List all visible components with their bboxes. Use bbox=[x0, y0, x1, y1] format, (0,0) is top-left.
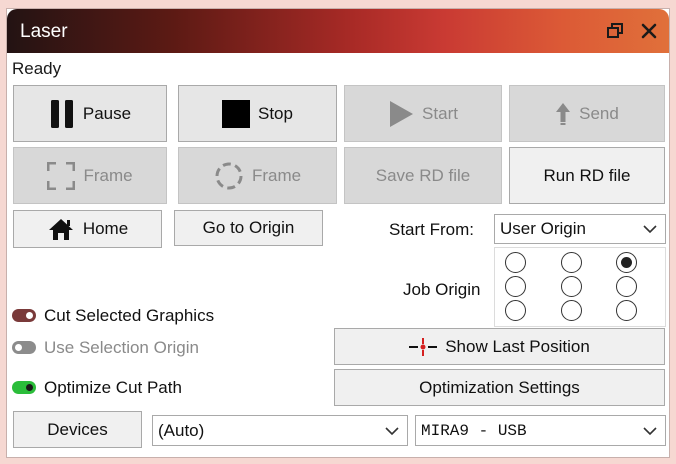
run-rd-file-button[interactable]: Run RD file bbox=[509, 147, 665, 204]
title-bar[interactable]: Laser bbox=[7, 9, 669, 53]
origin-radio-middle-left[interactable] bbox=[505, 276, 526, 297]
pause-icon bbox=[50, 99, 73, 128]
origin-radio-top-right[interactable] bbox=[616, 252, 637, 273]
home-icon bbox=[48, 219, 73, 240]
origin-radio-bottom-right[interactable] bbox=[616, 300, 637, 321]
port-select-value: MIRA9 - USB bbox=[421, 421, 527, 440]
origin-radio-bottom-left[interactable] bbox=[505, 300, 526, 321]
close-icon[interactable] bbox=[637, 19, 661, 43]
use-selection-origin-label: Use Selection Origin bbox=[44, 338, 199, 357]
go-to-origin-button[interactable]: Go to Origin bbox=[174, 210, 323, 246]
frame-rect-icon bbox=[47, 161, 76, 190]
port-select[interactable]: MIRA9 - USB bbox=[415, 415, 666, 446]
job-origin-label: Job Origin bbox=[403, 280, 481, 299]
device-select-value: (Auto) bbox=[158, 420, 205, 440]
send-button[interactable]: Send bbox=[509, 85, 665, 142]
home-label: Home bbox=[82, 219, 129, 238]
cut-selected-graphics-label: Cut Selected Graphics bbox=[44, 306, 215, 325]
restore-window-icon[interactable] bbox=[603, 19, 627, 43]
start-from-select[interactable]: User Origin bbox=[494, 214, 666, 244]
save-rd-file-button[interactable]: Save RD file bbox=[344, 147, 502, 204]
device-select[interactable]: (Auto) bbox=[152, 415, 408, 446]
go-to-origin-label: Go to Origin bbox=[202, 218, 295, 237]
optimize-cut-path-label: Optimize Cut Path bbox=[44, 378, 182, 397]
chevron-down-icon bbox=[643, 225, 657, 234]
start-label: Start bbox=[422, 103, 458, 123]
window-title: Laser bbox=[20, 21, 68, 42]
devices-label: Devices bbox=[47, 419, 108, 439]
optimize-cut-path-toggle[interactable] bbox=[12, 381, 36, 394]
origin-radio-center[interactable] bbox=[561, 276, 582, 297]
crosshair-icon bbox=[409, 337, 438, 356]
cut-selected-graphics-toggle[interactable] bbox=[12, 309, 36, 322]
show-last-position-button[interactable]: Show Last Position bbox=[334, 328, 665, 365]
upload-arrow-icon bbox=[556, 102, 571, 125]
start-from-label: Start From: bbox=[389, 220, 475, 239]
stop-label: Stop bbox=[258, 103, 293, 123]
devices-button[interactable]: Devices bbox=[13, 411, 142, 448]
chevron-down-icon bbox=[643, 426, 657, 435]
stop-button[interactable]: Stop bbox=[178, 85, 337, 142]
job-origin-grid bbox=[494, 247, 666, 327]
frame-rect-button[interactable]: Frame bbox=[13, 147, 167, 204]
play-icon bbox=[390, 100, 414, 127]
origin-radio-top-center[interactable] bbox=[561, 252, 582, 273]
start-button[interactable]: Start bbox=[344, 85, 502, 142]
optimization-settings-button[interactable]: Optimization Settings bbox=[334, 369, 665, 406]
stop-icon bbox=[222, 99, 250, 128]
origin-radio-middle-right[interactable] bbox=[616, 276, 637, 297]
chevron-down-icon bbox=[385, 426, 399, 435]
pause-button[interactable]: Pause bbox=[13, 85, 167, 142]
frame-circle-icon bbox=[215, 162, 243, 189]
origin-radio-bottom-center[interactable] bbox=[561, 300, 582, 321]
show-last-position-label: Show Last Position bbox=[445, 336, 590, 356]
save-rd-label: Save RD file bbox=[375, 165, 471, 185]
use-selection-origin-toggle[interactable] bbox=[12, 341, 36, 354]
optimization-settings-label: Optimization Settings bbox=[419, 377, 580, 397]
frame-circle-button[interactable]: Frame bbox=[178, 147, 337, 204]
start-from-value: User Origin bbox=[500, 219, 586, 238]
status-text: Ready bbox=[12, 59, 62, 78]
frame-rect-label: Frame bbox=[83, 165, 133, 185]
frame-circle-label: Frame bbox=[251, 165, 302, 185]
run-rd-label: Run RD file bbox=[543, 165, 631, 185]
pause-label: Pause bbox=[82, 103, 132, 123]
home-button[interactable]: Home bbox=[13, 210, 162, 248]
laser-panel: Laser Ready Pause Stop Start Send Frame … bbox=[6, 8, 670, 458]
send-label: Send bbox=[579, 103, 619, 123]
origin-radio-top-left[interactable] bbox=[505, 252, 526, 273]
